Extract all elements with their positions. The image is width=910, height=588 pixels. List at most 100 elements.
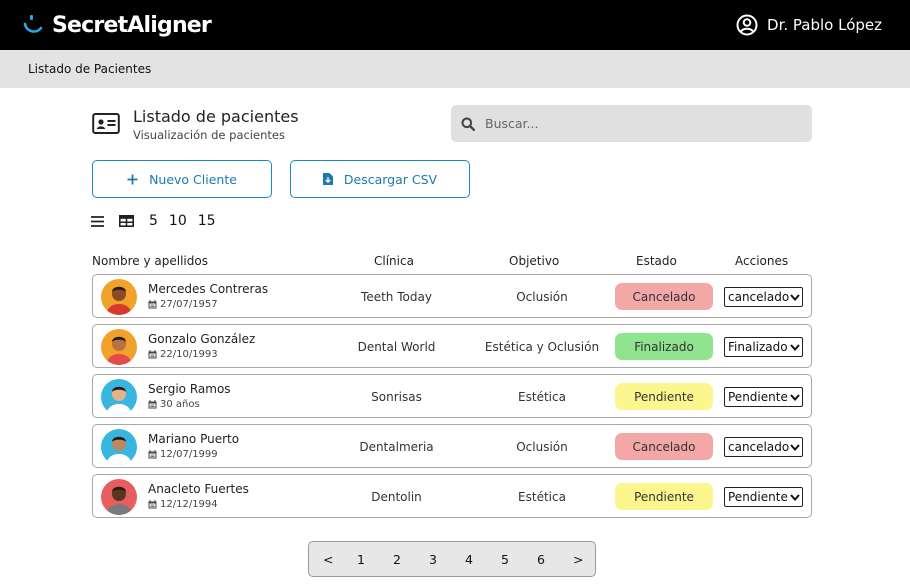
id-card-icon	[92, 113, 120, 134]
top-bar: SecretAligner Dr. Pablo López	[0, 0, 910, 50]
brand-logo[interactable]: SecretAligner	[22, 12, 212, 38]
status-select-value: Pendiente	[728, 490, 788, 504]
plus-icon	[127, 174, 138, 185]
search-input[interactable]	[485, 116, 785, 131]
status-badge: Cancelado	[615, 433, 713, 460]
status-select-value: Pendiente	[728, 390, 788, 404]
header-name: Nombre y apellidos	[92, 254, 208, 268]
status-select[interactable]: Pendiente	[724, 387, 803, 407]
status-select[interactable]: cancelado	[724, 437, 803, 457]
status-badge: Cancelado	[615, 283, 713, 310]
page-header: Listado de pacientes Visualización de pa…	[92, 107, 299, 142]
avatar	[101, 479, 137, 515]
page-4[interactable]: 4	[465, 552, 473, 567]
list-view-icon[interactable]	[91, 215, 104, 227]
new-client-button[interactable]: Nuevo Cliente	[92, 160, 272, 198]
file-download-icon	[322, 173, 333, 185]
calendar-icon	[148, 450, 157, 459]
avatar	[101, 429, 137, 465]
calendar-icon	[148, 500, 157, 509]
patient-name: Sergio Ramos	[148, 382, 231, 396]
status-select-value: cancelado	[728, 290, 790, 304]
status-badge: Pendiente	[615, 483, 713, 510]
avatar	[101, 329, 137, 365]
page-5[interactable]: 5	[501, 552, 509, 567]
user-menu[interactable]: Dr. Pablo López	[736, 14, 882, 36]
page-prev[interactable]: <	[323, 552, 333, 567]
goal-cell: Estética	[518, 490, 566, 504]
status-select[interactable]: Pendiente	[724, 487, 803, 507]
clinic-cell: Dental World	[357, 340, 436, 354]
avatar	[101, 279, 137, 315]
patient-date: 30 años	[148, 399, 200, 410]
header-clinic: Clínica	[374, 254, 414, 268]
status-select-value: Finalizado	[728, 340, 788, 354]
page-title: Listado de pacientes	[133, 107, 299, 126]
table-row[interactable]: Sergio Ramos 30 años Sonrisas Estética P…	[92, 374, 812, 418]
download-csv-button[interactable]: Descargar CSV	[290, 160, 470, 198]
calendar-icon	[148, 350, 157, 359]
status-badge: Finalizado	[615, 333, 713, 360]
page-3[interactable]: 3	[429, 552, 437, 567]
page-2[interactable]: 2	[393, 552, 401, 567]
chevron-down-icon	[790, 443, 800, 451]
goal-cell: Estética	[518, 390, 566, 404]
pagination: < 1 2 3 4 5 6 >	[308, 541, 596, 577]
table-row[interactable]: Mercedes Contreras 27/07/1957 Teeth Toda…	[92, 274, 812, 318]
search-box[interactable]	[451, 105, 812, 142]
clinic-cell: Sonrisas	[371, 390, 422, 404]
patient-date-text: 12/07/1999	[160, 449, 218, 460]
breadcrumb: Listado de Pacientes	[0, 50, 910, 88]
avatar	[101, 379, 137, 415]
patient-date-text: 22/10/1993	[160, 349, 218, 360]
header-actions: Acciones	[735, 254, 789, 268]
patient-date-text: 27/07/1957	[160, 299, 218, 310]
page-size-15[interactable]: 15	[198, 213, 216, 229]
patient-name: Anacleto Fuertes	[148, 482, 249, 496]
patient-name: Mariano Puerto	[148, 432, 240, 446]
chevron-down-icon	[790, 393, 800, 401]
table-row[interactable]: Anacleto Fuertes 12/12/1994 Dentolin Est…	[92, 474, 812, 518]
patient-name: Gonzalo González	[148, 332, 256, 346]
patient-date: 22/10/1993	[148, 349, 218, 360]
page-size-10[interactable]: 10	[169, 213, 187, 229]
patient-date-text: 30 años	[160, 399, 200, 410]
status-select[interactable]: Finalizado	[724, 337, 803, 357]
smile-logo-icon	[23, 15, 43, 33]
table-view-icon[interactable]	[119, 215, 134, 227]
calendar-icon	[148, 400, 157, 409]
goal-cell: Oclusión	[516, 440, 568, 454]
chevron-down-icon	[790, 493, 800, 501]
page-6[interactable]: 6	[537, 552, 545, 567]
user-circle-icon	[736, 14, 758, 36]
brand-name: SecretAligner	[52, 12, 212, 38]
calendar-icon	[148, 300, 157, 309]
status-select[interactable]: cancelado	[724, 287, 803, 307]
clinic-cell: Dentolin	[371, 490, 422, 504]
page-subtitle: Visualización de pacientes	[133, 128, 285, 142]
patient-date: 27/07/1957	[148, 299, 218, 310]
chevron-down-icon	[790, 293, 800, 301]
table-row[interactable]: Gonzalo González 22/10/1993 Dental World…	[92, 324, 812, 368]
table-row[interactable]: Mariano Puerto 12/07/1999 Dentalmeria Oc…	[92, 424, 812, 468]
view-options: 5 10 15	[91, 213, 227, 229]
page-1[interactable]: 1	[357, 552, 365, 567]
download-csv-label: Descargar CSV	[343, 171, 438, 187]
chevron-down-icon	[790, 343, 800, 351]
user-name: Dr. Pablo López	[767, 16, 882, 34]
breadcrumb-item[interactable]: Listado de Pacientes	[28, 62, 151, 76]
patient-date: 12/12/1994	[148, 499, 218, 510]
goal-cell: Oclusión	[516, 290, 568, 304]
header-goal: Objetivo	[509, 254, 560, 268]
header-status: Estado	[636, 254, 677, 268]
status-select-value: cancelado	[728, 440, 790, 454]
clinic-cell: Teeth Today	[361, 290, 432, 304]
patient-name: Mercedes Contreras	[148, 282, 269, 296]
goal-cell: Estética y Oclusión	[484, 340, 600, 354]
page-next[interactable]: >	[573, 552, 583, 567]
search-icon	[461, 117, 475, 131]
new-client-label: Nuevo Cliente	[149, 171, 237, 187]
patient-date: 12/07/1999	[148, 449, 218, 460]
patient-date-text: 12/12/1994	[160, 499, 218, 510]
page-size-5[interactable]: 5	[149, 213, 158, 229]
